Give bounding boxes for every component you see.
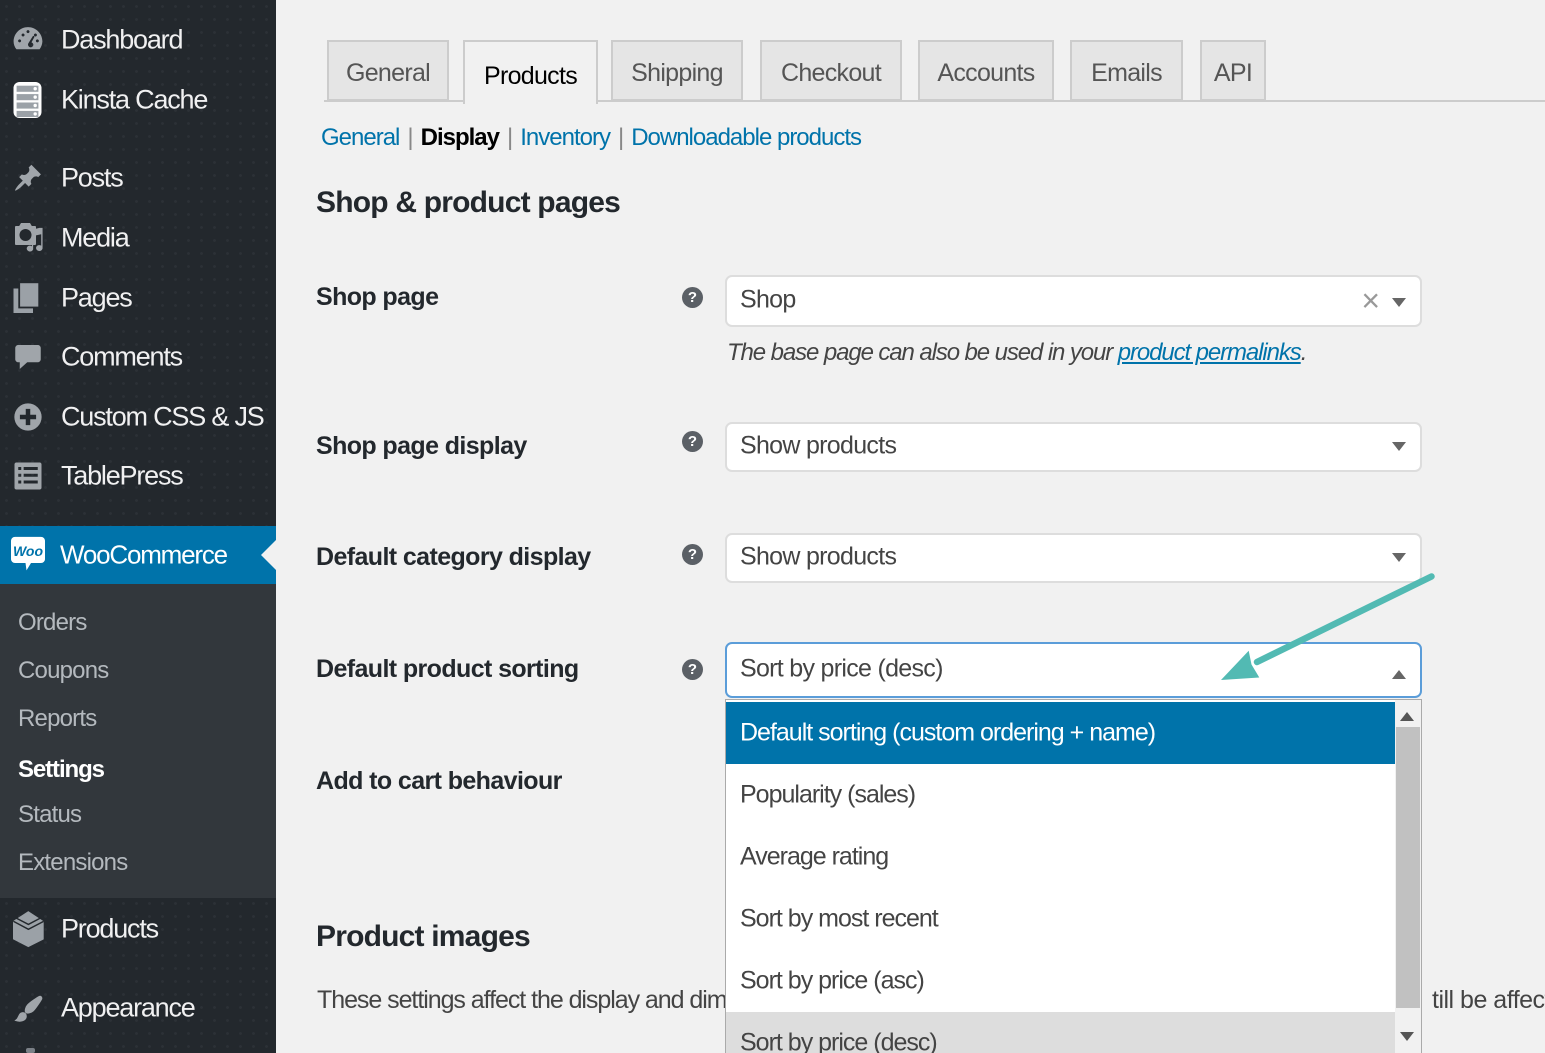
- svg-text:Woo: Woo: [13, 543, 44, 559]
